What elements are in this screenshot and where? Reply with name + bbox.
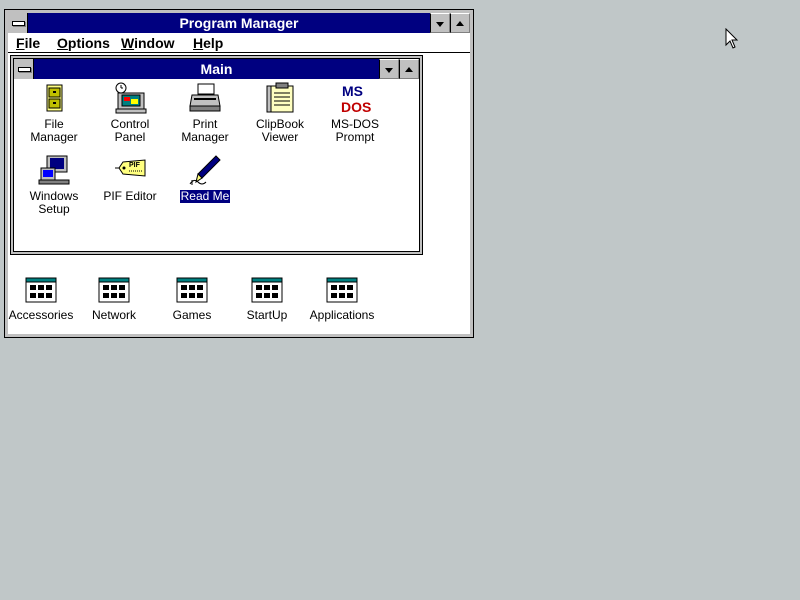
accessories-group-icon[interactable]: Accessories (6, 277, 76, 322)
applications-group-icon[interactable]: Applications (307, 277, 377, 322)
main-maximize-button[interactable] (399, 59, 419, 79)
minimize-button[interactable] (430, 13, 450, 33)
program-manager-client: Main File Manager Control Panel Print Ma… (8, 53, 470, 334)
msdos-prompt-icon-item[interactable]: MS DOS MS-DOS Prompt (319, 82, 391, 144)
file-manager-icon-item[interactable]: File Manager (18, 82, 90, 144)
menu-options[interactable]: Options (57, 35, 110, 51)
clipbook-icon (266, 82, 294, 113)
program-group-icon (98, 277, 130, 303)
menu-help[interactable]: Help (193, 35, 223, 51)
menu-window[interactable]: Window (121, 35, 175, 51)
main-minimize-button[interactable] (379, 59, 399, 79)
maximize-button[interactable] (450, 13, 470, 33)
control-panel-icon-item[interactable]: Control Panel (94, 82, 166, 144)
svg-text:PIF: PIF (129, 162, 141, 169)
pif-editor-icon-item[interactable]: PIF PIF Editor (94, 154, 166, 203)
games-group-icon[interactable]: Games (157, 277, 227, 322)
program-manager-titlebar[interactable]: Program Manager (8, 13, 470, 33)
msdos-icon: MS DOS (340, 83, 371, 114)
group-label: Accessories (8, 308, 74, 322)
minimize-arrow-icon (436, 22, 444, 27)
maximize-arrow-icon (405, 67, 413, 72)
program-manager-frame: Program Manager File Options Window Help… (5, 10, 473, 337)
system-menu-button[interactable] (8, 13, 28, 33)
maximize-arrow-icon (456, 21, 464, 26)
icon-label: PIF Editor (103, 189, 157, 203)
read-me-icon-item[interactable]: Read Me (169, 154, 241, 204)
startup-group-icon[interactable]: StartUp (232, 277, 302, 322)
mouse-pointer-icon (725, 28, 739, 49)
file-cabinet-icon (46, 84, 63, 112)
icon-label: Read Me (178, 189, 232, 204)
icon-label: MS-DOS Prompt (331, 117, 379, 144)
main-group-title: Main (200, 61, 233, 77)
main-system-menu-button[interactable] (14, 59, 34, 79)
group-label: Network (91, 308, 136, 322)
program-group-icon (25, 277, 57, 303)
network-group-icon[interactable]: Network (79, 277, 149, 322)
menu-bar: File Options Window Help (8, 33, 470, 53)
printer-icon (189, 83, 221, 112)
windows-setup-icon-item[interactable]: Windows Setup (18, 154, 90, 216)
menu-file[interactable]: File (16, 35, 40, 51)
readme-pen-icon (189, 155, 221, 185)
icon-label: Windows Setup (29, 189, 79, 216)
control-panel-icon (115, 82, 147, 114)
svg-text:MS: MS (342, 83, 363, 99)
main-group-client: File Manager Control Panel Print Manager… (14, 79, 419, 251)
windows-setup-icon (38, 155, 70, 185)
main-group-window[interactable]: Main File Manager Control Panel Print Ma… (10, 55, 423, 255)
main-group-titlebar[interactable]: Main (14, 59, 419, 79)
group-label: StartUp (246, 308, 288, 322)
group-label: Applications (309, 308, 375, 322)
icon-label: File Manager (30, 117, 78, 144)
minimize-arrow-icon (385, 68, 393, 73)
program-manager-window[interactable]: Program Manager File Options Window Help… (4, 9, 474, 338)
window-title: Program Manager (179, 15, 299, 31)
clipbook-viewer-icon-item[interactable]: ClipBook Viewer (244, 82, 316, 144)
program-group-icon (251, 277, 283, 303)
print-manager-icon-item[interactable]: Print Manager (169, 82, 241, 144)
icon-label: Print Manager (181, 117, 229, 144)
program-group-icon (176, 277, 208, 303)
icon-label: ClipBook Viewer (255, 117, 305, 144)
pif-tag-icon: PIF (115, 159, 146, 177)
group-label: Games (172, 308, 212, 322)
program-group-icon (326, 277, 358, 303)
icon-label: Control Panel (110, 117, 150, 144)
svg-text:DOS: DOS (341, 99, 371, 114)
